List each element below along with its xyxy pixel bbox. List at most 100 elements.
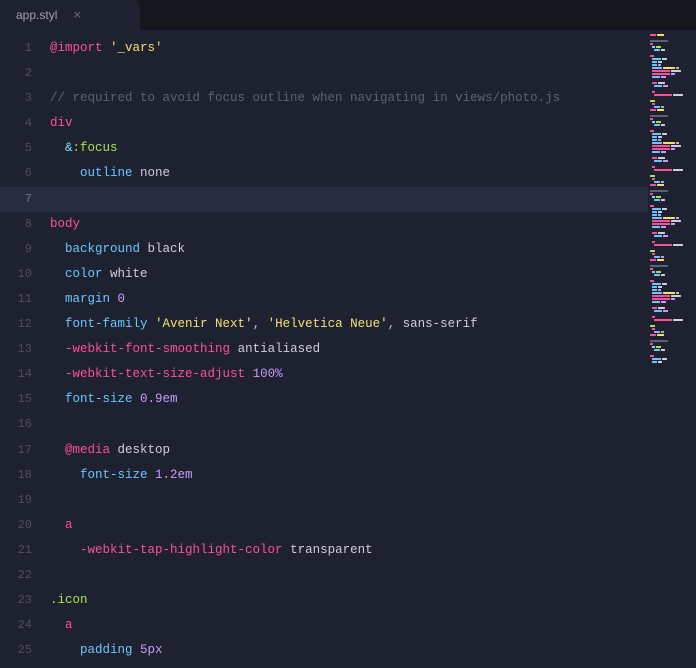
token-num: 0 xyxy=(118,292,126,306)
code-line[interactable]: margin 0 xyxy=(44,287,648,312)
code-line[interactable]: @import '_vars' xyxy=(44,36,648,61)
minimap-line xyxy=(650,88,694,90)
minimap-line xyxy=(650,322,694,324)
minimap-line xyxy=(650,121,694,123)
token-num: 100% xyxy=(253,367,283,381)
code-line[interactable] xyxy=(44,488,648,513)
code-line[interactable]: body xyxy=(44,212,648,237)
line-number: 13 xyxy=(0,337,44,362)
minimap-line xyxy=(650,268,694,270)
token-punct xyxy=(110,292,118,306)
line-number: 17 xyxy=(0,438,44,463)
line-number: 22 xyxy=(0,563,44,588)
token-punct: , xyxy=(253,317,268,331)
minimap[interactable] xyxy=(648,30,696,668)
code-line[interactable]: &:focus xyxy=(44,136,648,161)
line-number: 5 xyxy=(0,136,44,161)
minimap-line xyxy=(650,304,694,306)
minimap-line xyxy=(650,244,694,246)
minimap-line xyxy=(650,82,694,84)
minimap-line xyxy=(650,325,694,327)
code-line[interactable]: color white xyxy=(44,262,648,287)
line-number: 18 xyxy=(0,463,44,488)
minimap-line xyxy=(650,226,694,228)
minimap-line xyxy=(650,142,694,144)
token-punct xyxy=(103,41,111,55)
tab-active[interactable]: app.styl × xyxy=(0,0,140,30)
line-number: 25 xyxy=(0,638,44,663)
code-line[interactable]: font-size 1.2em xyxy=(44,463,648,488)
minimap-line xyxy=(650,298,694,300)
minimap-line xyxy=(650,103,694,105)
minimap-line xyxy=(650,91,694,93)
code-line[interactable] xyxy=(44,563,648,588)
line-number: 7 xyxy=(0,187,44,212)
minimap-line xyxy=(650,319,694,321)
token-num: 0.9em xyxy=(140,392,178,406)
minimap-line xyxy=(650,70,694,72)
minimap-line xyxy=(650,199,694,201)
token-punct xyxy=(148,317,156,331)
minimap-line xyxy=(650,37,694,39)
token-val: antialiased xyxy=(238,342,321,356)
token-keyword: @import xyxy=(50,41,103,55)
minimap-line xyxy=(650,154,694,156)
code-line[interactable]: font-size 0.9em xyxy=(44,387,648,412)
minimap-line xyxy=(650,241,694,243)
minimap-line xyxy=(650,109,694,111)
token-str: 'Avenir Next' xyxy=(155,317,253,331)
minimap-line xyxy=(650,151,694,153)
minimap-line xyxy=(650,127,694,129)
code-line[interactable]: padding 5px xyxy=(44,638,648,663)
token-prop: font-size xyxy=(65,392,133,406)
line-number: 16 xyxy=(0,412,44,437)
minimap-line xyxy=(650,274,694,276)
minimap-line xyxy=(650,157,694,159)
minimap-line xyxy=(650,220,694,222)
code-line[interactable]: outline none xyxy=(44,161,648,186)
minimap-line xyxy=(650,139,694,141)
code-line[interactable]: a xyxy=(44,613,648,638)
line-number: 15 xyxy=(0,387,44,412)
minimap-line xyxy=(650,73,694,75)
minimap-line xyxy=(650,313,694,315)
minimap-line xyxy=(650,196,694,198)
code-line[interactable]: font-family 'Avenir Next', 'Helvetica Ne… xyxy=(44,312,648,337)
code-line[interactable]: -webkit-text-size-adjust 100% xyxy=(44,362,648,387)
token-num: 1.2em xyxy=(155,468,193,482)
token-punct xyxy=(133,392,141,406)
minimap-line xyxy=(650,289,694,291)
minimap-line xyxy=(650,205,694,207)
code-line[interactable]: background black xyxy=(44,237,648,262)
minimap-line xyxy=(650,229,694,231)
code-line[interactable] xyxy=(44,61,648,86)
token-punct xyxy=(103,267,111,281)
code-line[interactable]: // required to avoid focus outline when … xyxy=(44,86,648,111)
minimap-line xyxy=(650,115,694,117)
code-line[interactable]: -webkit-font-smoothing antialiased xyxy=(44,337,648,362)
line-number: 3 xyxy=(0,86,44,111)
token-prop: font-size xyxy=(80,468,148,482)
token-punct xyxy=(133,643,141,657)
code-line[interactable]: .icon xyxy=(44,588,648,613)
code-line[interactable] xyxy=(44,187,648,212)
code-line[interactable]: div xyxy=(44,111,648,136)
code-area[interactable]: @import '_vars' // required to avoid foc… xyxy=(44,30,648,668)
token-punct xyxy=(245,367,253,381)
token-propv: -webkit-text-size-adjust xyxy=(65,367,245,381)
token-str: 'Helvetica Neue' xyxy=(268,317,388,331)
close-icon[interactable]: × xyxy=(71,8,83,23)
token-val: black xyxy=(148,242,186,256)
line-number: 21 xyxy=(0,538,44,563)
code-line[interactable] xyxy=(44,412,648,437)
minimap-line xyxy=(650,94,694,96)
minimap-line xyxy=(650,124,694,126)
code-line[interactable]: -webkit-tap-highlight-color transparent xyxy=(44,538,648,563)
code-line[interactable]: a xyxy=(44,513,648,538)
minimap-line xyxy=(650,55,694,57)
token-prop: padding xyxy=(80,643,133,657)
minimap-line xyxy=(650,217,694,219)
code-line[interactable]: @media desktop xyxy=(44,438,648,463)
minimap-line xyxy=(650,133,694,135)
minimap-line xyxy=(650,202,694,204)
